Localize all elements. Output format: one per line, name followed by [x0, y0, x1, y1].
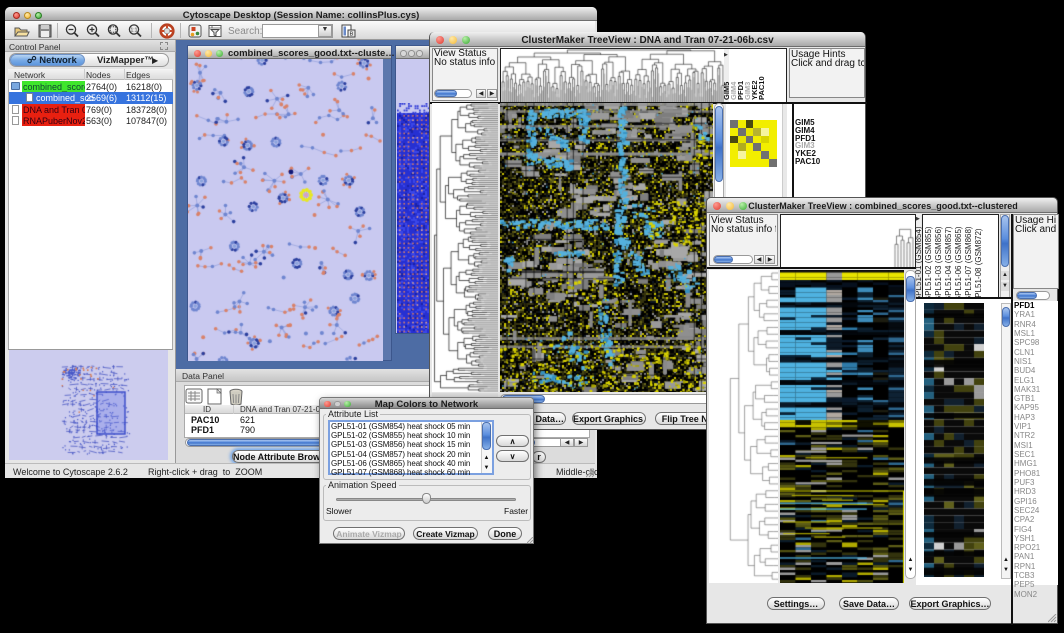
- svg-text:1:1: 1:1: [131, 28, 138, 34]
- svg-text:B: B: [350, 32, 354, 38]
